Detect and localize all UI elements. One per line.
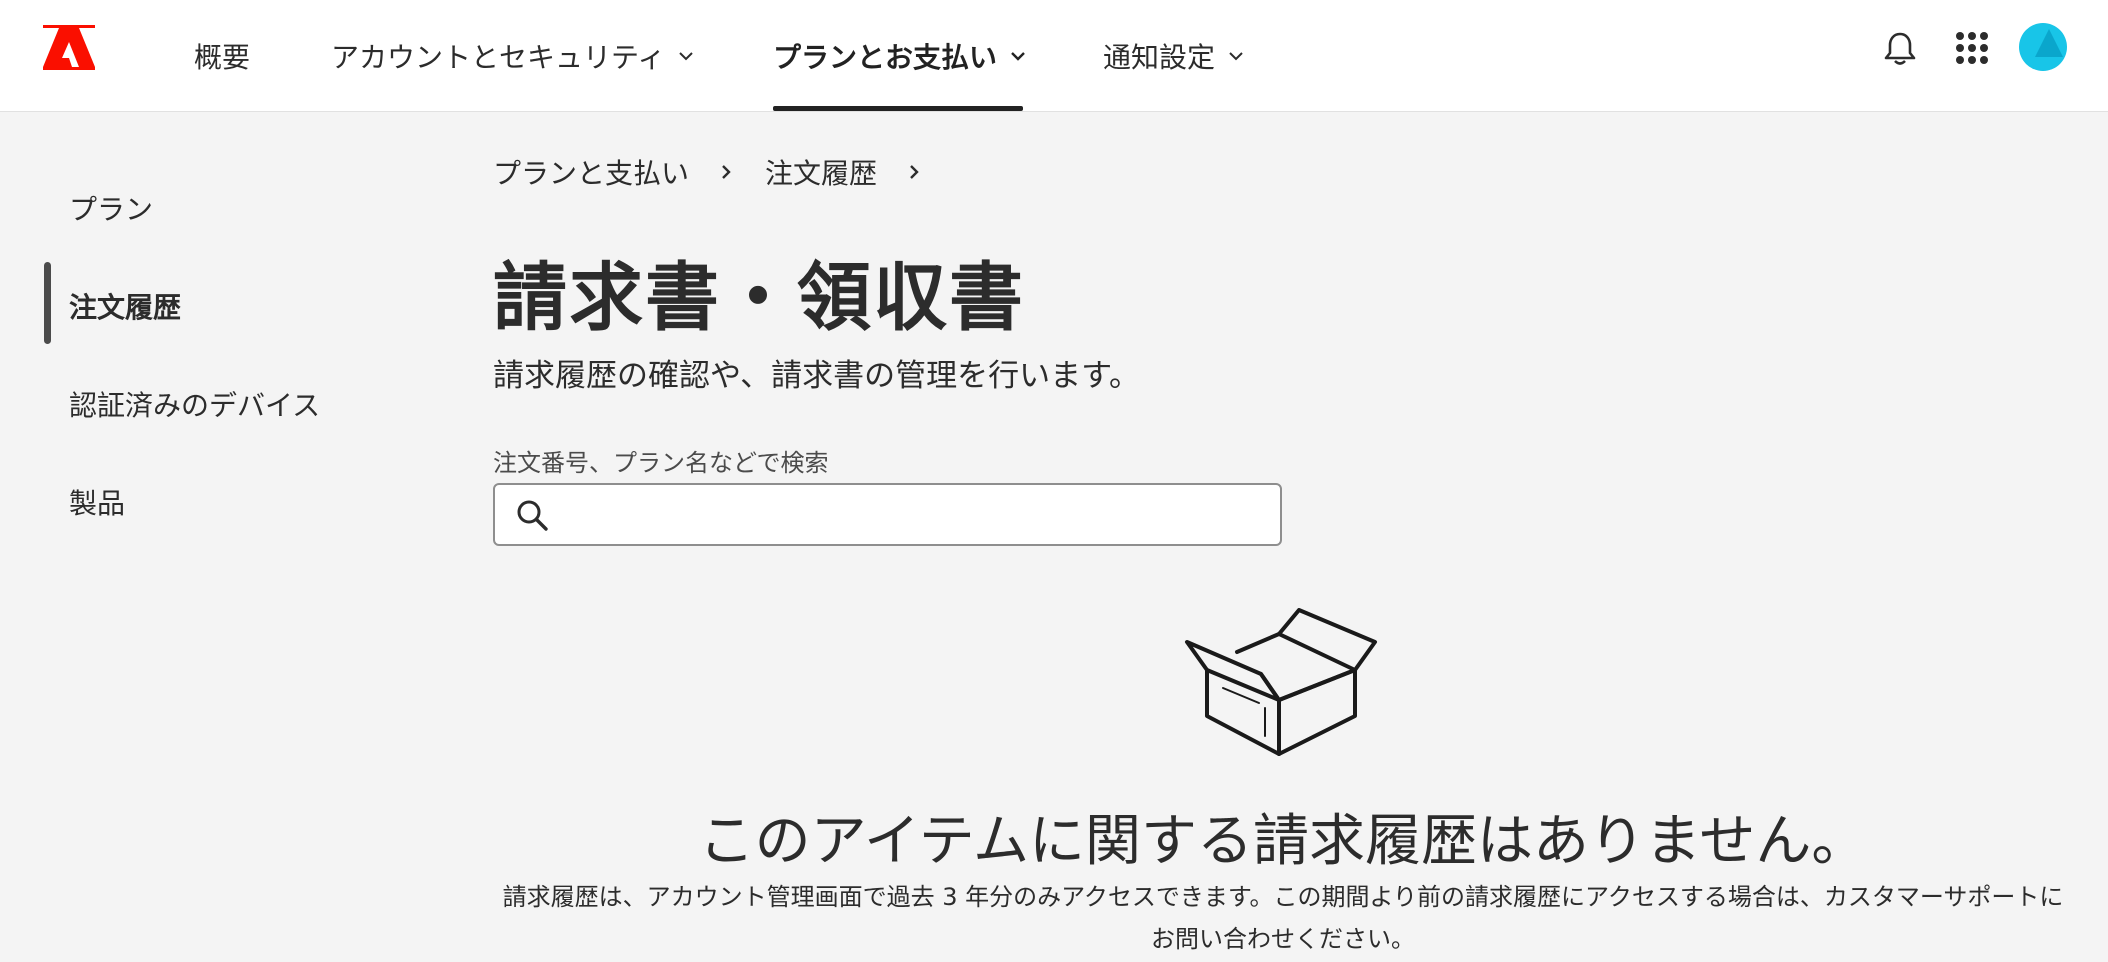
sidebar-item-label: 製品 bbox=[69, 487, 126, 520]
chevron-down-icon bbox=[1011, 52, 1025, 61]
breadcrumb: プランと支払い 注文履歴 bbox=[493, 154, 953, 190]
sidebar-item-label: プラン bbox=[69, 193, 154, 226]
adobe-logo-icon[interactable] bbox=[43, 25, 95, 70]
page-subtitle: 請求履歴の確認や、請求書の管理を行います。 bbox=[493, 358, 1140, 394]
breadcrumb-plans-billing[interactable]: プランと支払い bbox=[493, 152, 689, 192]
search-field[interactable] bbox=[493, 483, 1282, 546]
empty-state-description: 請求履歴は、アカウント管理画面で過去 3 年分のみアクセスできます。この期間より… bbox=[502, 883, 2064, 953]
empty-state-title: このアイテムに関する請求履歴はありません。 bbox=[698, 809, 1868, 874]
sidebar-item-label: 注文履歴 bbox=[69, 291, 182, 324]
nav-notification-settings[interactable]: 通知設定 bbox=[1103, 0, 1245, 112]
avatar[interactable] bbox=[2019, 23, 2067, 71]
page-title: 請求書・領収書 bbox=[493, 255, 1025, 341]
breadcrumb-order-history[interactable]: 注文履歴 bbox=[765, 152, 877, 192]
sidebar-item-plans[interactable]: プラン bbox=[69, 188, 153, 228]
nav-plans-billing-label: プランとお支払い bbox=[773, 41, 998, 74]
sidebar-item-label: 認証済みのデバイス bbox=[69, 389, 321, 422]
nav-account-security[interactable]: アカウントとセキュリティ bbox=[331, 0, 695, 112]
chevron-right-icon bbox=[722, 165, 731, 179]
search-icon bbox=[517, 500, 548, 531]
app-grid-icon[interactable] bbox=[1955, 31, 1989, 65]
sidebar-active-indicator bbox=[44, 262, 51, 344]
active-nav-indicator bbox=[773, 106, 1023, 111]
nav-notification-settings-label: 通知設定 bbox=[1103, 41, 1216, 74]
search-label: 注文番号、プラン名などで検索 bbox=[493, 449, 829, 477]
nav-overview-label: 概要 bbox=[194, 41, 251, 74]
chevron-down-icon bbox=[1229, 52, 1243, 61]
nav-account-security-label: アカウントとセキュリティ bbox=[331, 41, 666, 74]
bell-icon[interactable] bbox=[1883, 31, 1917, 67]
search-input[interactable] bbox=[561, 485, 1271, 544]
sidebar-item-order-history[interactable]: 注文履歴 bbox=[69, 286, 181, 326]
chevron-down-icon bbox=[679, 52, 694, 61]
sidebar-item-authorized-devices[interactable]: 認証済みのデバイス bbox=[69, 384, 320, 424]
nav-overview[interactable]: 概要 bbox=[194, 0, 250, 112]
top-navigation-bar: 概要 アカウントとセキュリティ プランとお支払い 通知設定 bbox=[0, 0, 2108, 112]
nav-plans-billing[interactable]: プランとお支払い bbox=[773, 0, 1027, 112]
empty-box-icon bbox=[1185, 608, 1377, 756]
chevron-right-icon bbox=[910, 165, 919, 179]
sidebar-item-products[interactable]: 製品 bbox=[69, 482, 125, 522]
